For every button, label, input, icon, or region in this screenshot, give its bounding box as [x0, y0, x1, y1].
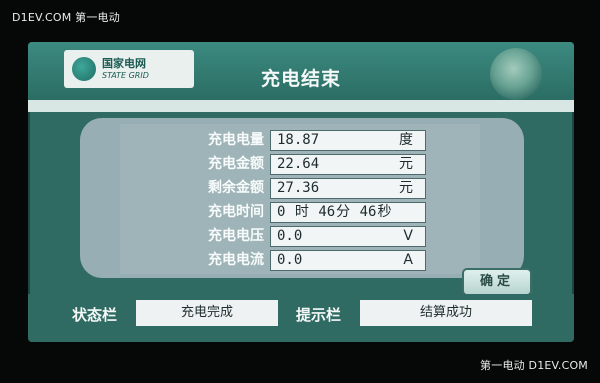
- status-value: 充电完成: [136, 300, 278, 326]
- remaining-balance-value: 27.36: [277, 180, 320, 196]
- charge-voltage-value: 0.0: [277, 228, 303, 244]
- remaining-balance-unit: 元: [399, 180, 413, 196]
- confirm-button[interactable]: 确定: [462, 268, 532, 296]
- header-band: [28, 100, 574, 112]
- charge-time-field: 0 时 46分 46秒: [270, 202, 426, 223]
- globe-emblem-icon: [490, 48, 542, 100]
- charge-current-label: 充电电流: [208, 252, 264, 268]
- remaining-balance-field: 27.36 元: [270, 178, 426, 199]
- charge-current-unit: A: [403, 252, 413, 268]
- charge-time-seconds: 46: [359, 204, 377, 220]
- watermark-bottom-right: 第一电动 D1EV.COM: [480, 359, 588, 372]
- charge-time-minutes-unit: 分: [336, 204, 351, 220]
- charged-energy-label: 充电电量: [208, 132, 264, 148]
- header-bar: 国家电网 STATE GRID 充电结束: [28, 42, 574, 100]
- charge-time-hours-unit: 时: [294, 204, 309, 220]
- charge-current-field: 0.0 A: [270, 250, 426, 271]
- charge-time-value: 0 时 46分 46秒: [277, 203, 392, 222]
- charge-time-seconds-unit: 秒: [377, 204, 392, 220]
- charge-time-label: 充电时间: [208, 204, 264, 220]
- charged-energy-unit: 度: [399, 132, 413, 148]
- charge-amount-field: 22.64 元: [270, 154, 426, 175]
- charge-amount-label: 充电金额: [208, 156, 264, 172]
- charge-current-value: 0.0: [277, 252, 303, 268]
- charged-energy-value: 18.87: [277, 132, 320, 148]
- charge-voltage-field: 0.0 V: [270, 226, 426, 247]
- charge-time-minutes: 46: [318, 204, 336, 220]
- status-label: 状态栏: [72, 306, 118, 324]
- watermark-top-left: D1EV.COM 第一电动: [12, 11, 120, 24]
- charge-time-hours: 0: [277, 204, 286, 220]
- charge-voltage-unit: V: [403, 228, 413, 244]
- charge-amount-unit: 元: [399, 156, 413, 172]
- charge-voltage-label: 充电电压: [208, 228, 264, 244]
- charger-screen: 国家电网 STATE GRID 充电结束 充电电量 18.87 度 充电金额 2…: [28, 42, 574, 342]
- hint-value: 结算成功: [360, 300, 532, 326]
- hint-label: 提示栏: [296, 306, 342, 324]
- remaining-balance-label: 剩余金额: [208, 180, 264, 196]
- charge-amount-value: 22.64: [277, 156, 320, 172]
- charged-energy-field: 18.87 度: [270, 130, 426, 151]
